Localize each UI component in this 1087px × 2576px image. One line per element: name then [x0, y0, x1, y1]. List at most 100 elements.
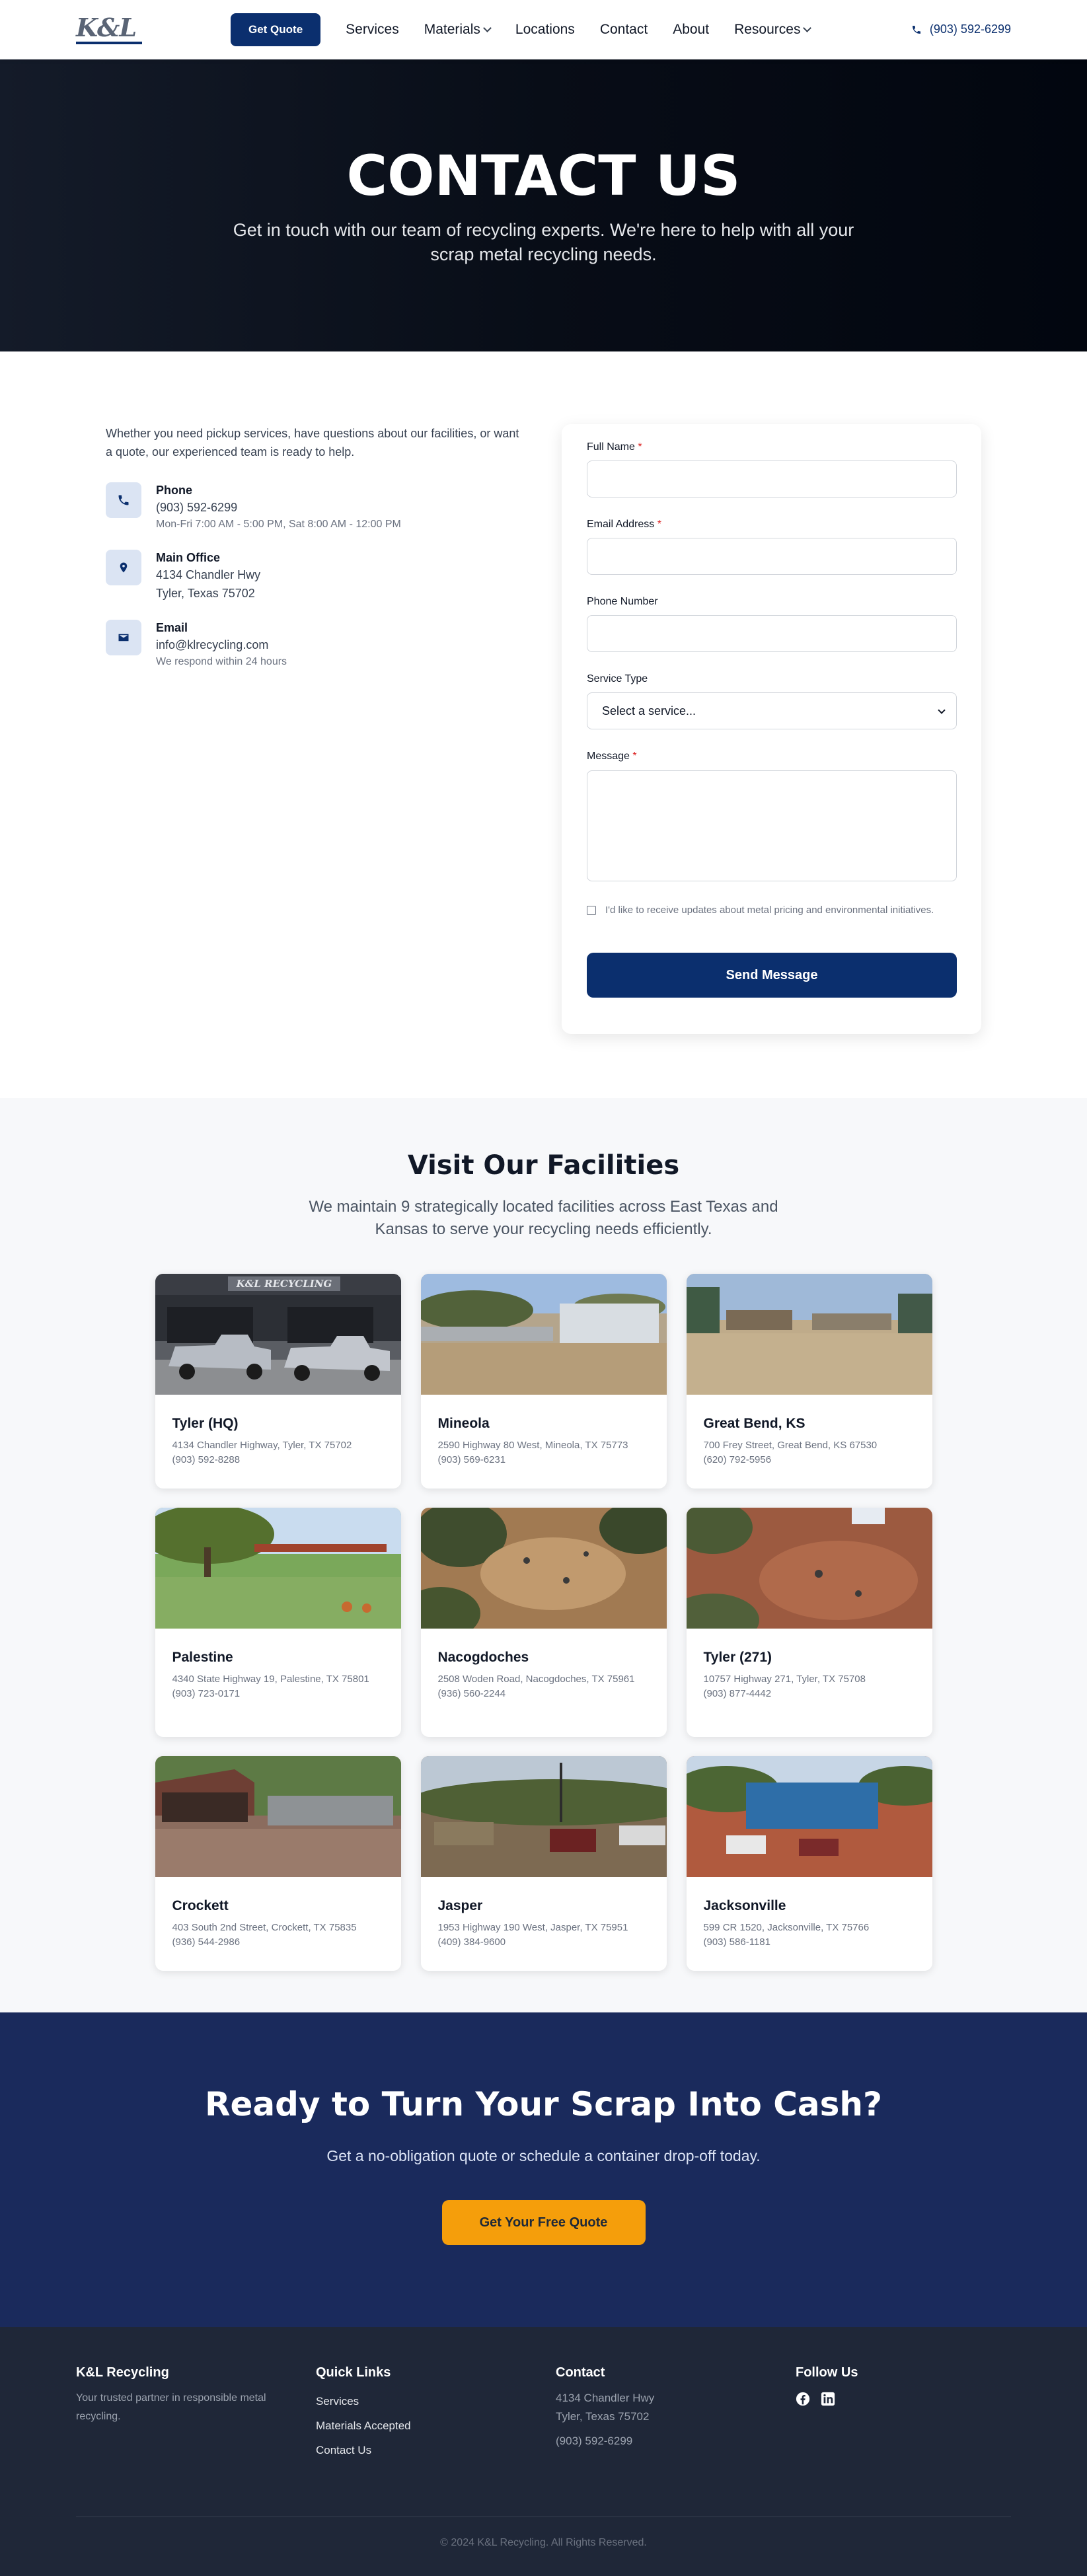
facility-card[interactable]: Nacogdoches 2508 Woden Road, Nacogdoches… — [420, 1508, 667, 1737]
facility-address: 2508 Woden Road, Nacogdoches, TX 75961 — [437, 1674, 635, 1685]
contact-item-office: Main Office 4134 Chandler Hwy Tyler, Tex… — [106, 550, 529, 603]
facility-card[interactable]: Jacksonville 599 CR 1520, Jacksonville, … — [686, 1756, 932, 1971]
nav-link-label: Services — [346, 21, 399, 37]
nav-about[interactable]: About — [673, 22, 709, 38]
nav-link-label: Resources — [734, 21, 801, 37]
full-name-input[interactable] — [587, 460, 957, 497]
footer-quick-links: Quick Links Services Materials Accepted … — [316, 2364, 556, 2462]
phone-icon — [912, 25, 920, 34]
footer-address-line: 4134 Chandler Hwy — [556, 2392, 655, 2404]
facility-address: 700 Frey Street, Great Bend, KS 67530 — [703, 1440, 878, 1451]
facility-phone: (903) 723-0171 — [172, 1688, 241, 1699]
facility-phone: (936) 560-2244 — [437, 1688, 506, 1699]
facility-photo — [155, 1756, 401, 1877]
facility-card[interactable]: Tyler (271) 10757 Highway 271, Tyler, TX… — [686, 1508, 932, 1737]
office-address-line: Tyler, Texas 75702 — [156, 587, 255, 600]
hero-section: CONTACT US Get in touch with our team of… — [0, 59, 1087, 351]
facility-name: Nacogdoches — [437, 1650, 529, 1665]
facility-card[interactable]: Great Bend, KS 700 Frey Street, Great Be… — [686, 1274, 932, 1489]
contact-section: Whether you need pickup services, have q… — [0, 351, 1087, 1098]
facility-photo — [155, 1508, 401, 1629]
newsletter-checkbox[interactable] — [587, 906, 596, 915]
contact-item-title: Email — [156, 621, 188, 634]
facility-phone: (903) 592-8288 — [172, 1454, 241, 1465]
facility-address: 403 South 2nd Street, Crockett, TX 75835 — [172, 1922, 357, 1933]
facility-photo — [420, 1274, 667, 1395]
contact-intro: Whether you need pickup services, have q… — [106, 427, 519, 459]
facilities-title: Visit Our Facilities — [407, 1150, 680, 1181]
nav-contact[interactable]: Contact — [600, 22, 648, 38]
contact-item-phone: Phone (903) 592-6299 Mon-Fri 7:00 AM - 5… — [106, 482, 529, 533]
phone-icon — [106, 482, 141, 518]
facility-card[interactable]: K&L RECYCLING Tyler (HQ) 4134 Chandler H… — [155, 1274, 401, 1489]
facility-photo — [686, 1274, 932, 1395]
full-name-label: Full Name * — [587, 441, 642, 453]
facilities-subtitle: We maintain 9 strategically located faci… — [309, 1198, 778, 1238]
footer-social: Follow Us — [796, 2364, 1035, 2462]
copyright-text: © 2024 K&L Recycling. All Rights Reserve… — [440, 2537, 647, 2548]
site-footer: K&L Recycling Your trusted partner in re… — [0, 2327, 1087, 2576]
hero-subtitle: Get in touch with our team of recycling … — [233, 220, 854, 264]
facility-card[interactable]: Crockett 403 South 2nd Street, Crockett,… — [155, 1756, 401, 1971]
phone-input[interactable] — [587, 615, 957, 652]
email-input[interactable] — [587, 538, 957, 575]
facility-name: Jasper — [437, 1898, 483, 1913]
facility-phone: (903) 877-4442 — [703, 1688, 772, 1699]
cta-subtitle: Get a no-obligation quote or schedule a … — [326, 2147, 761, 2164]
linkedin-icon[interactable] — [821, 2392, 835, 2410]
contact-phone-number[interactable]: (903) 592-6299 — [156, 498, 401, 517]
facility-address: 4134 Chandler Highway, Tyler, TX 75702 — [172, 1440, 352, 1451]
facility-name: Tyler (HQ) — [172, 1416, 239, 1431]
facility-phone: (620) 792-5956 — [703, 1454, 772, 1465]
facility-name: Tyler (271) — [703, 1650, 772, 1665]
page-title: CONTACT US — [346, 143, 741, 208]
nav-locations[interactable]: Locations — [515, 22, 575, 38]
facility-name: Great Bend, KS — [703, 1416, 806, 1431]
facility-address: 1953 Highway 190 West, Jasper, TX 75951 — [437, 1922, 628, 1933]
service-type-select[interactable]: Select a service... — [587, 692, 957, 729]
facility-photo — [420, 1508, 667, 1629]
footer-link-materials[interactable]: Materials Accepted — [316, 2413, 556, 2438]
nav-services[interactable]: Services — [346, 22, 399, 38]
map-pin-icon — [106, 550, 141, 585]
footer-column-title: Follow Us — [796, 2365, 858, 2380]
cta-title: Ready to Turn Your Scrap Into Cash? — [205, 2085, 882, 2123]
facility-name: Jacksonville — [703, 1898, 786, 1913]
nav-resources[interactable]: Resources — [734, 21, 812, 38]
nav-materials[interactable]: Materials — [424, 22, 492, 38]
contact-form: Full Name * Email Address * Phone Number… — [562, 424, 981, 1034]
facility-card[interactable]: Palestine 4340 State Highway 19, Palesti… — [155, 1508, 401, 1737]
facility-address: 10757 Highway 271, Tyler, TX 75708 — [703, 1674, 866, 1685]
office-address-line: 4134 Chandler Hwy — [156, 568, 261, 581]
facility-card[interactable]: Mineola 2590 Highway 80 West, Mineola, T… — [420, 1274, 667, 1489]
contact-item-email: Email info@klrecycling.com We respond wi… — [106, 620, 529, 670]
chevron-down-icon — [938, 706, 946, 714]
footer-address-line: Tyler, Texas 75702 — [556, 2410, 650, 2423]
site-logo[interactable]: K&L — [76, 14, 143, 46]
site-header: K&L Get Quote Services Materials Locatio… — [0, 0, 1087, 59]
facility-address: 4340 State Highway 19, Palestine, TX 758… — [172, 1674, 369, 1685]
facility-name: Crockett — [172, 1898, 229, 1913]
send-message-button[interactable]: Send Message — [587, 953, 957, 998]
header-phone-text: (903) 592-6299 — [929, 22, 1011, 36]
get-quote-button[interactable]: Get Quote — [231, 13, 321, 46]
facebook-icon[interactable] — [796, 2392, 810, 2410]
free-quote-button[interactable]: Get Your Free Quote — [441, 2200, 646, 2245]
chevron-down-icon — [483, 23, 492, 32]
contact-hours: Mon-Fri 7:00 AM - 5:00 PM, Sat 8:00 AM -… — [156, 519, 401, 530]
footer-phone[interactable]: (903) 592-6299 — [556, 2432, 796, 2450]
facility-name: Palestine — [172, 1650, 233, 1665]
service-type-label: Service Type — [587, 673, 648, 684]
footer-link-contact[interactable]: Contact Us — [316, 2438, 556, 2462]
facility-phone: (936) 544-2986 — [172, 1936, 241, 1948]
contact-email-link[interactable]: info@klrecycling.com — [156, 636, 287, 654]
logo-wordmark: K&L — [76, 12, 137, 42]
facility-photo: K&L RECYCLING — [155, 1274, 401, 1395]
facility-card[interactable]: Jasper 1953 Highway 190 West, Jasper, TX… — [420, 1756, 667, 1971]
contact-item-title: Main Office — [156, 551, 221, 564]
facility-photo — [686, 1508, 932, 1629]
header-phone-link[interactable]: (903) 592-6299 — [911, 22, 1011, 36]
cta-section: Ready to Turn Your Scrap Into Cash? Get … — [0, 2012, 1087, 2327]
message-textarea[interactable] — [587, 770, 957, 881]
footer-link-services[interactable]: Services — [316, 2389, 556, 2413]
